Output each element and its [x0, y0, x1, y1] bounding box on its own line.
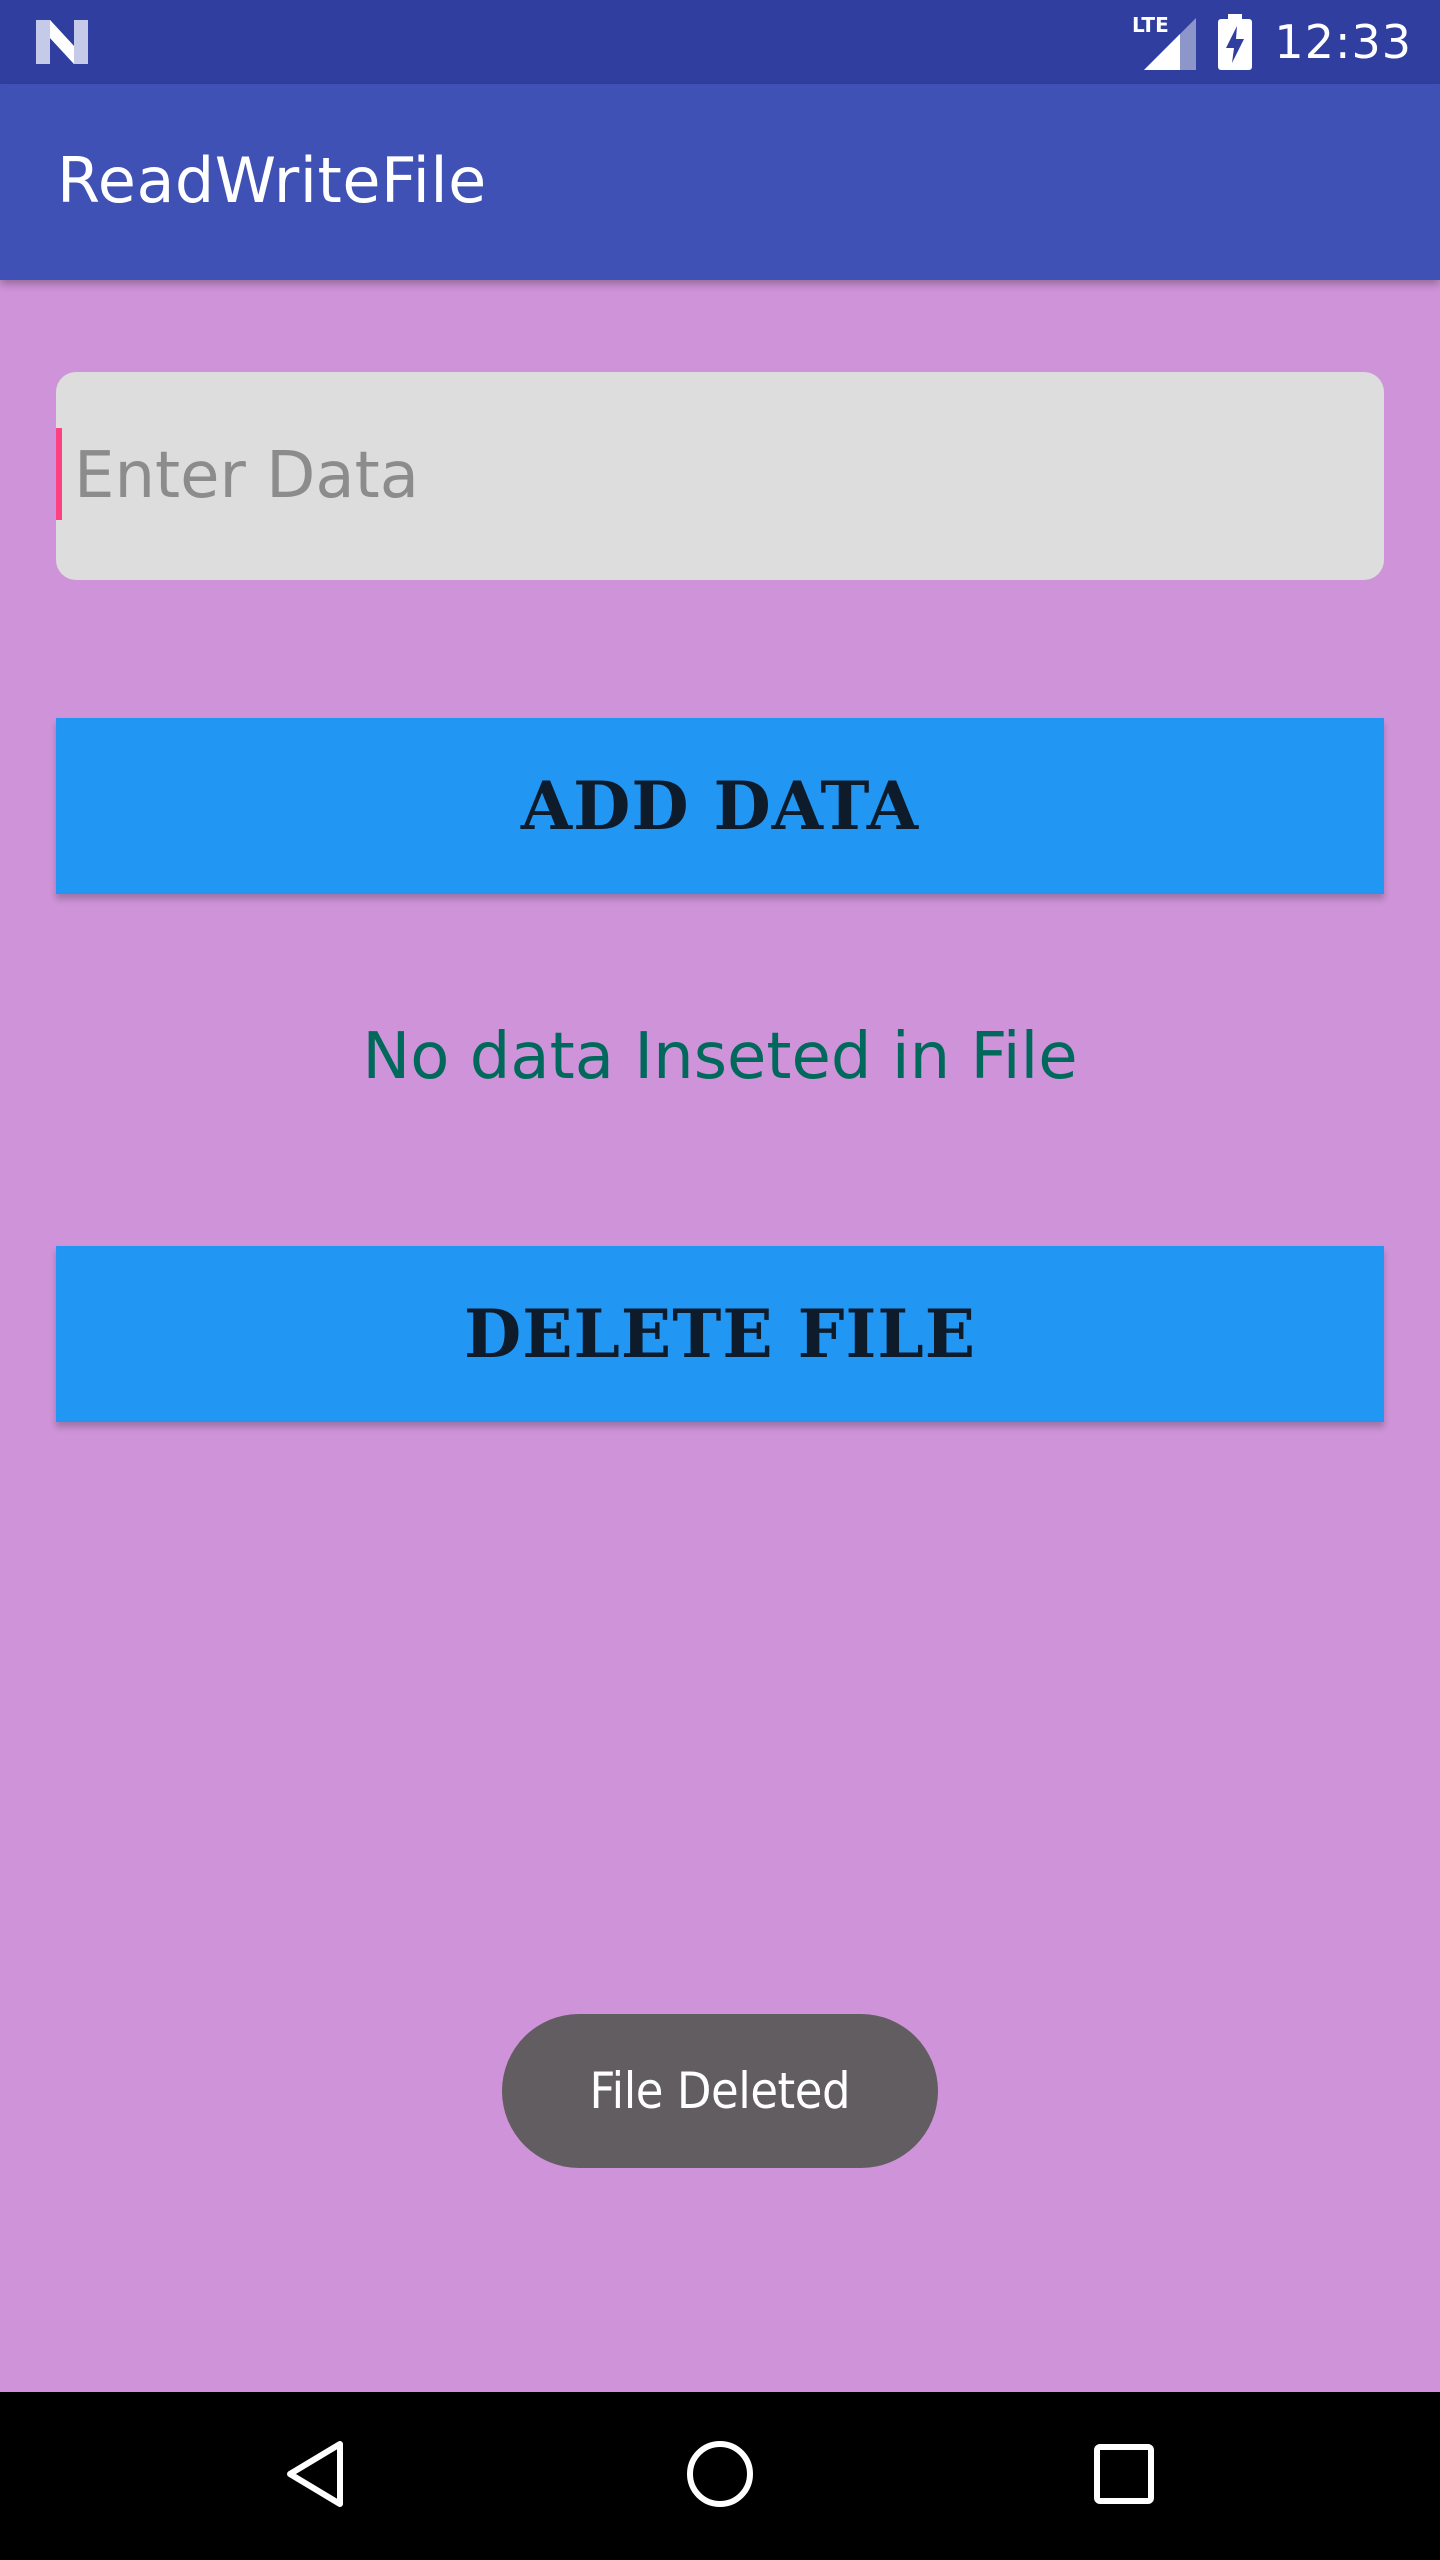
app-bar: ReadWriteFile — [0, 84, 1440, 280]
status-icons: LTE 12:33 — [1132, 0, 1412, 84]
app-screen: LTE 12:33 ReadWriteFile ADD DATA No d — [0, 0, 1440, 2560]
add-data-button[interactable]: ADD DATA — [56, 718, 1384, 894]
text-cursor — [56, 428, 62, 520]
data-input-field[interactable] — [56, 372, 1384, 580]
navigation-bar — [0, 2392, 1440, 2560]
lte-label: LTE — [1132, 14, 1169, 37]
delete-file-button[interactable]: DELETE FILE — [56, 1246, 1384, 1422]
file-status-text: No data Inseted in File — [362, 1020, 1078, 1094]
toast-message: File Deleted — [589, 2062, 851, 2120]
data-input-container — [56, 372, 1384, 580]
battery-charging-icon — [1218, 14, 1253, 70]
status-bar: LTE 12:33 — [0, 0, 1440, 84]
nav-recent-button[interactable] — [1024, 2392, 1224, 2560]
lte-signal-icon: LTE — [1132, 13, 1197, 70]
toast: File Deleted — [502, 2014, 938, 2168]
nav-back-button[interactable] — [216, 2392, 416, 2560]
recent-square-icon — [1092, 2442, 1156, 2511]
app-title: ReadWriteFile — [57, 144, 487, 217]
back-triangle-icon — [284, 2438, 348, 2515]
nav-home-button[interactable] — [620, 2392, 820, 2560]
home-circle-icon — [684, 2438, 756, 2515]
android-n-icon — [36, 20, 88, 64]
status-time: 12:33 — [1274, 15, 1412, 69]
